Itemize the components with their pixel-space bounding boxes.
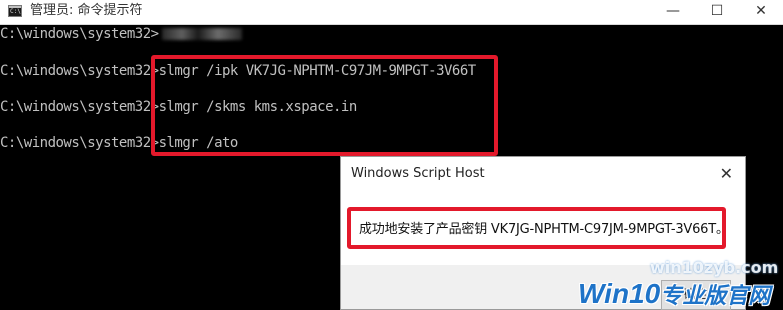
watermark-url: win10zyb.com — [650, 258, 779, 277]
command-prompt-icon — [8, 5, 22, 17]
title-bar: 管理员: 命令提示符 — ☐ ✕ — [0, 0, 783, 25]
window-controls: — ☐ ✕ — [651, 0, 783, 24]
dialog-message: 成功地安装了产品密钥 VK7JG-NPHTM-C97JM-9MPGT-3V66T… — [359, 222, 729, 237]
window-title: 管理员: 命令提示符 — [30, 3, 143, 18]
redacted-text — [161, 28, 242, 40]
dialog-close-icon[interactable]: ✕ — [720, 164, 733, 183]
dialog-title: Windows Script Host — [351, 166, 485, 181]
dialog-body: 成功地安装了产品密钥 VK7JG-NPHTM-C97JM-9MPGT-3V66T… — [341, 193, 745, 265]
watermark-logo: Win10专业版官网 — [578, 278, 771, 309]
console-line: C:\windows\system32> — [0, 26, 242, 42]
maximize-button[interactable]: ☐ — [695, 0, 739, 24]
message-highlight-box: 成功地安装了产品密钥 VK7JG-NPHTM-C97JM-9MPGT-3V66T… — [347, 207, 729, 249]
close-button[interactable]: ✕ — [739, 0, 783, 24]
minimize-button[interactable]: — — [651, 0, 695, 24]
commands-highlight-box — [151, 55, 498, 156]
